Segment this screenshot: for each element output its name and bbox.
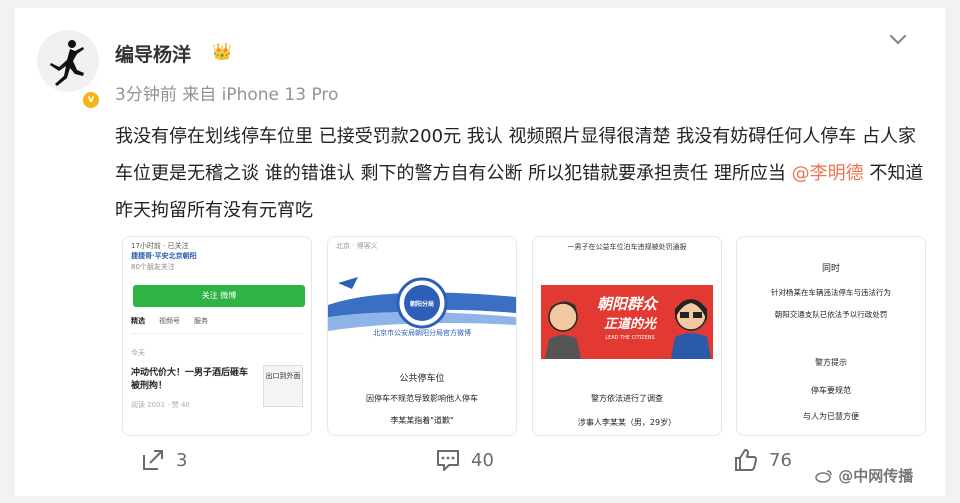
like-button[interactable]: 76 bbox=[733, 445, 792, 475]
share-icon bbox=[143, 450, 163, 470]
img1-foot: 阅读 2001 · 赞 40 bbox=[131, 401, 190, 409]
img1-account: 捷捷哥·平安北京朝阳 bbox=[131, 252, 197, 260]
post-time[interactable]: 3分钟前 bbox=[115, 85, 177, 105]
img3-caption1: 警方依法进行了调查 bbox=[591, 394, 663, 403]
img1-follow-button: 关注 微博 bbox=[133, 285, 305, 307]
weibo-logo-icon bbox=[815, 470, 832, 483]
img2-header: 北京 · 博客义 bbox=[336, 242, 378, 250]
post-meta: 3分钟前 来自 iPhone 13 Pro bbox=[115, 80, 338, 105]
like-count: 76 bbox=[769, 449, 792, 471]
img3-banner-subtitle: 正道的光 bbox=[603, 317, 656, 332]
img3-banner: 朝阳群众 正道的光 LEAD THE CITIZENS bbox=[541, 285, 713, 359]
watermark: @中网传播 bbox=[815, 465, 913, 486]
img4-sub1: 警方提示 bbox=[815, 358, 847, 367]
img1-header: 17小时前 · 已关注 bbox=[131, 242, 189, 250]
author-name[interactable]: 编导杨洋 bbox=[115, 40, 191, 67]
image-thumb-2[interactable]: 北京 · 博客义 朝阳分局 北京市公安局朝阳分局官方微博 公共停车位 因停车不规… bbox=[327, 236, 517, 436]
img1-day: 今天 bbox=[131, 349, 145, 357]
img2-line1: 因停车不规范导致影响他人停车 bbox=[366, 394, 478, 403]
comment-button[interactable]: 40 bbox=[435, 445, 494, 475]
img1-followers: 80个朋友关注 bbox=[131, 263, 175, 271]
chevron-down-icon[interactable] bbox=[887, 28, 909, 50]
image-grid: 17小时前 · 已关注 捷捷哥·平安北京朝阳 80个朋友关注 关注 微博 精选 … bbox=[122, 236, 926, 436]
comment-icon bbox=[437, 450, 459, 471]
img2-title: 公共停车位 bbox=[399, 374, 445, 384]
img3-caption2: 涉事人李某某（男，29岁） bbox=[577, 418, 677, 427]
img4-title: 同时 bbox=[821, 264, 840, 274]
thumbs-up-icon bbox=[735, 449, 757, 471]
post-text: 我没有停在划线停车位里 已接受罚款200元 我认 视频照片显得很清楚 我没有妨碍… bbox=[115, 118, 925, 229]
img1-stamp: 出口到外面 bbox=[263, 365, 303, 407]
mention-link[interactable]: @李明德 bbox=[792, 163, 864, 184]
img2-logo-text: 朝阳分局 bbox=[409, 301, 434, 308]
share-count: 3 bbox=[176, 449, 188, 471]
jumpman-logo-icon bbox=[50, 40, 84, 86]
weibo-post-card: v 编导杨洋 👑 3分钟前 来自 iPhone 13 Pro 我没有停在划线停车… bbox=[15, 8, 945, 496]
img3-header: 一男子在公益车位泊车违规被处罚通报 bbox=[567, 243, 687, 251]
img4-line1: 针对杨某在车辆违法停车与违法行为 bbox=[771, 288, 891, 297]
image-thumb-1[interactable]: 17小时前 · 已关注 捷捷哥·平安北京朝阳 80个朋友关注 关注 微博 精选 … bbox=[122, 236, 312, 436]
verified-badge-icon: v bbox=[81, 90, 101, 110]
img4-sub2: 停车要规范 bbox=[811, 386, 851, 395]
img2-line2: 李某某指着"道歉" bbox=[390, 416, 454, 425]
post-source: 来自 iPhone 13 Pro bbox=[182, 85, 339, 105]
comment-count: 40 bbox=[471, 449, 494, 471]
image-thumb-4[interactable]: 同时 针对杨某在车辆违法停车与违法行为 朝阳交通支队已依法予以行政处罚 警方提示… bbox=[736, 236, 926, 436]
img4-line2: 朝阳交通支队已依法予以行政处罚 bbox=[774, 310, 888, 319]
crown-icon: 👑 bbox=[212, 42, 232, 61]
avatar[interactable] bbox=[37, 30, 99, 92]
img2-subtitle: 北京市公安局朝阳分局官方微博 bbox=[373, 329, 471, 337]
watermark-text: @中网传播 bbox=[838, 467, 914, 485]
share-button[interactable]: 3 bbox=[140, 445, 187, 475]
img3-banner-title: 朝阳群众 bbox=[596, 295, 657, 313]
img1-tab: 精选 bbox=[131, 317, 145, 325]
img1-tabs: 精选 视频号 服务 bbox=[131, 317, 208, 326]
img4-sub3: 与人为已慧方便 bbox=[803, 412, 859, 421]
img1-tab: 服务 bbox=[194, 317, 208, 325]
image-thumb-3[interactable]: 一男子在公益车位泊车违规被处罚通报 朝阳群众 正道的光 LEAD THE CIT… bbox=[532, 236, 722, 436]
img1-headline: 冲动代价大！一男子酒后砸车被刑拘！ bbox=[131, 368, 249, 391]
img3-banner-small: LEAD THE CITIZENS bbox=[605, 335, 655, 341]
img1-tab: 视频号 bbox=[159, 317, 180, 325]
img1-divider bbox=[131, 333, 303, 334]
